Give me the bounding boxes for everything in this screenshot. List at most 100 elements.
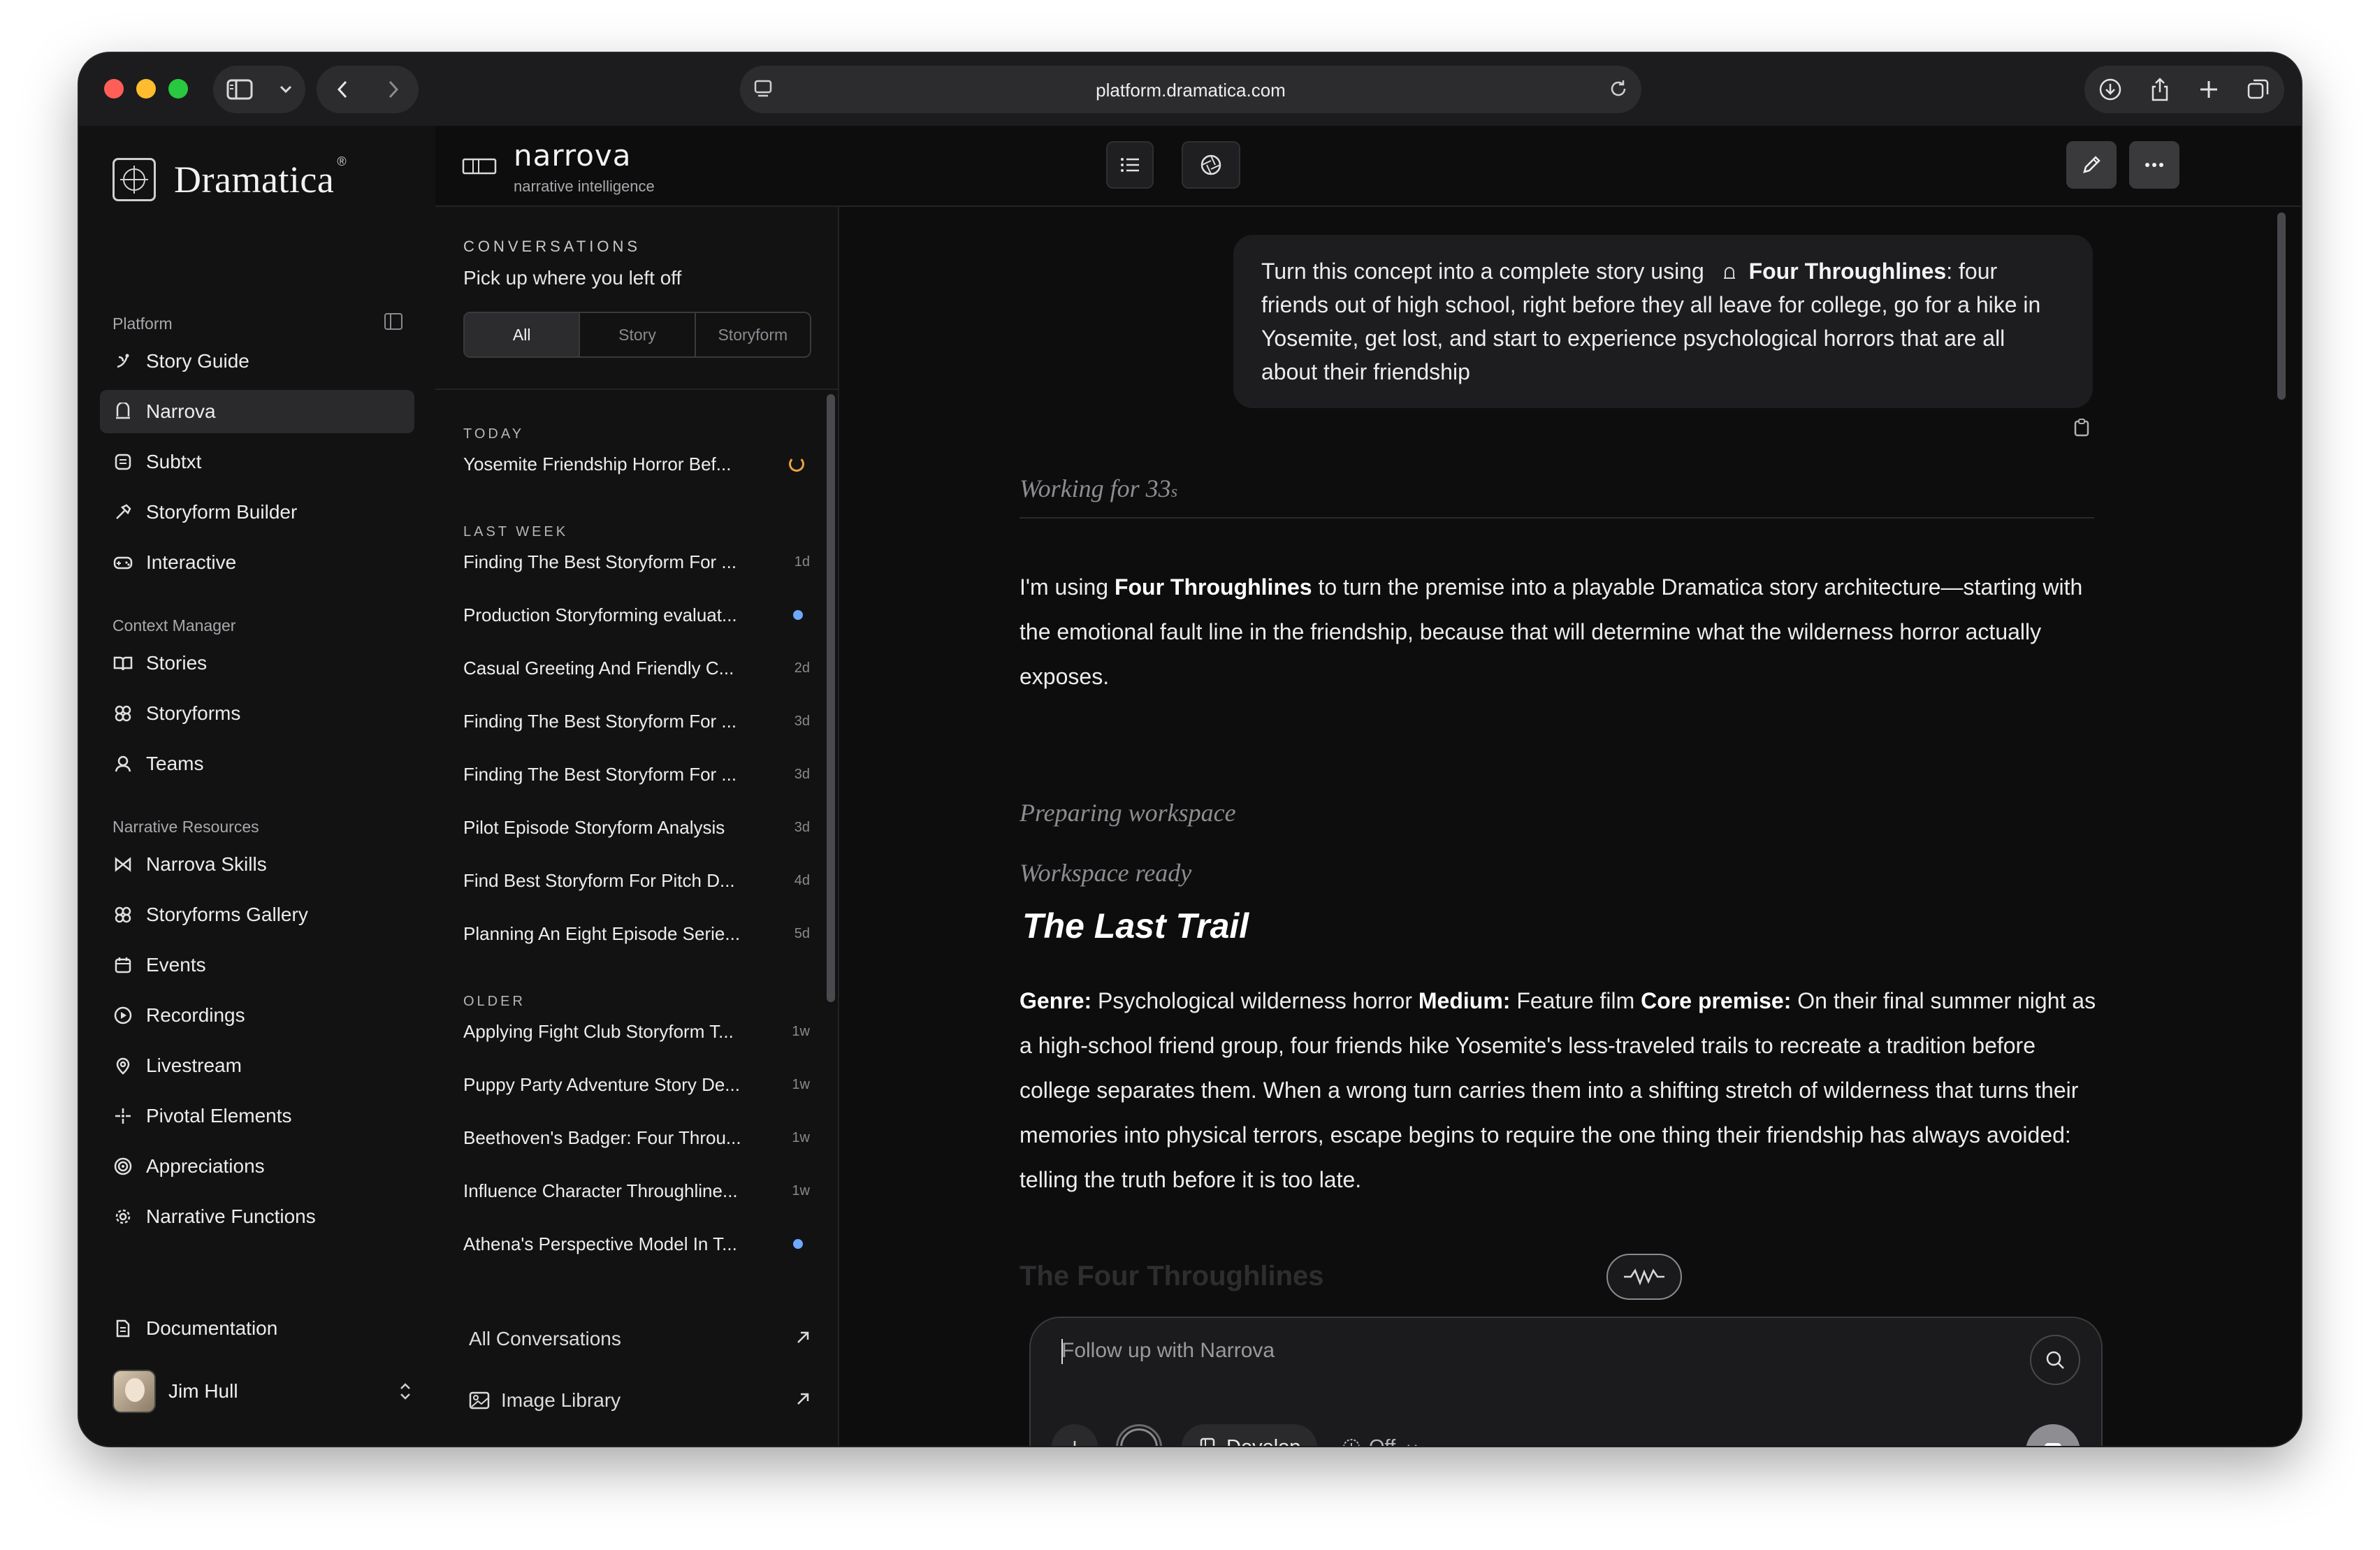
close-window-button[interactable] (104, 79, 124, 99)
sidebar-item-story-guide[interactable]: Story Guide (100, 340, 414, 383)
filter-tab-story[interactable]: Story (580, 313, 696, 356)
image-library-link[interactable]: Image Library (469, 1385, 811, 1416)
dramatica-brand[interactable]: Dramatica ® (113, 154, 347, 201)
sidebar-item-events[interactable]: Events (100, 943, 414, 987)
sidebar-item-narrative-functions[interactable]: Narrative Functions (100, 1195, 414, 1238)
medium-label: Medium: (1418, 988, 1511, 1013)
address-bar[interactable]: platform.dramatica.com (740, 66, 1641, 113)
toggle-outline-button[interactable] (1106, 141, 1154, 189)
address-url: platform.dramatica.com (1096, 80, 1286, 101)
sidebar-item-teams[interactable]: Teams (100, 742, 414, 785)
conversation-age: 2d (794, 660, 810, 676)
tab-overview-icon[interactable] (2247, 78, 2270, 101)
collapse-sidebar-icon[interactable] (384, 312, 403, 331)
user-message-text: Turn this concept into a complete story … (1261, 259, 1704, 284)
conversation-item[interactable]: Casual Greeting And Friendly C... 2d (463, 654, 810, 682)
conversation-item[interactable]: Production Storyforming evaluat... (463, 601, 810, 629)
sidebar-item-label: Storyforms (146, 702, 241, 724)
share-icon[interactable] (2149, 77, 2170, 102)
conversation-title: Beethoven's Badger: Four Throu... (463, 1127, 741, 1148)
download-icon[interactable] (2098, 78, 2122, 101)
sidebar-item-stories[interactable]: Stories (100, 642, 414, 685)
conversation-age: 1w (792, 1023, 810, 1039)
sidebar-item-subtxt[interactable]: Subtxt (100, 440, 414, 484)
conversation-age: 5d (794, 925, 810, 941)
conversations-scrollbar[interactable] (827, 394, 835, 1002)
text-caret (1061, 1339, 1063, 1364)
conversation-item[interactable]: Finding The Best Storyform For ... 1d (463, 548, 810, 576)
waveform-icon (1624, 1268, 1664, 1286)
sidebar-item-narrova[interactable]: Narrova (100, 390, 414, 433)
filter-tab-storyform[interactable]: Storyform (696, 313, 810, 356)
develop-label: Develop (1226, 1436, 1300, 1447)
conversation-title: Yosemite Friendship Horror Bef... (463, 453, 732, 475)
app-sidebar: Dramatica ® Platform Story Guide Narrova… (79, 126, 435, 1446)
sidebar-item-documentation[interactable]: Documentation (100, 1307, 414, 1350)
conversation-title: Athena's Perspective Model In T... (463, 1233, 737, 1254)
conversation-item[interactable]: Athena's Perspective Model In T... (463, 1230, 810, 1258)
conversation-item[interactable]: Finding The Best Storyform For ... 3d (463, 707, 810, 735)
back-arrow-icon[interactable] (335, 79, 349, 100)
conversation-item[interactable]: Puppy Party Adventure Story De... 1w (463, 1071, 810, 1099)
sidebar-item-interactive[interactable]: Interactive (100, 541, 414, 584)
status-preparing: Preparing workspace (1020, 799, 1236, 827)
conversation-title: Influence Character Throughline... (463, 1180, 738, 1201)
sidebar-item-storyforms-gallery[interactable]: Storyforms Gallery (100, 893, 414, 936)
pin-icon (113, 1055, 133, 1076)
image-icon (469, 1391, 490, 1410)
lens-button[interactable] (1182, 141, 1240, 189)
sidebar-item-label: Narrative Functions (146, 1205, 316, 1227)
pencil-icon (2083, 156, 2100, 173)
minimize-window-button[interactable] (136, 79, 156, 99)
brand-registered-mark: ® (337, 154, 347, 168)
sidebar-item-label: Appreciations (146, 1155, 265, 1177)
reload-icon[interactable] (1608, 78, 1629, 99)
sidebar-item-label: Story Guide (146, 350, 249, 372)
conversation-item[interactable]: Yosemite Friendship Horror Bef... (463, 450, 810, 478)
chevron-up-down-icon (400, 1383, 410, 1400)
narrova-icon (113, 401, 133, 422)
follow-up-input[interactable] (1061, 1339, 1970, 1363)
section-label-narrative-resources: Narrative Resources (113, 818, 259, 836)
skill-reference[interactable]: Four Throughlines (1749, 259, 1947, 284)
search-button[interactable] (2030, 1335, 2080, 1385)
new-chat-button[interactable] (2066, 141, 2117, 189)
sidebar-item-storyform-builder[interactable]: Storyform Builder (100, 491, 414, 534)
zoom-window-button[interactable] (168, 79, 188, 99)
message-composer: Develop Off (1029, 1317, 2103, 1446)
web-toggle-dropdown[interactable]: Off (1341, 1424, 1419, 1446)
target-icon (113, 1156, 133, 1177)
filter-tab-all[interactable]: All (465, 313, 581, 356)
conversation-item[interactable]: Find Best Storyform For Pitch D... 4d (463, 867, 810, 894)
sidebar-item-storyforms[interactable]: Storyforms (100, 692, 414, 735)
user-menu[interactable]: Jim Hull (113, 1367, 413, 1416)
chat-scrollbar[interactable] (2277, 212, 2286, 400)
conversation-age: 3d (794, 766, 810, 782)
context-ring-button[interactable] (1116, 1424, 1162, 1446)
sidebar-item-livestream[interactable]: Livestream (100, 1044, 414, 1087)
conversation-item[interactable]: Finding The Best Storyform For ... 3d (463, 760, 810, 788)
conversation-item[interactable]: Beethoven's Badger: Four Throu... 1w (463, 1124, 810, 1152)
sidebar-item-pivotal-elements[interactable]: Pivotal Elements (100, 1094, 414, 1138)
sidebar-item-appreciations[interactable]: Appreciations (100, 1145, 414, 1188)
scroll-to-bottom-button[interactable] (1606, 1254, 1682, 1300)
copy-icon[interactable] (2073, 418, 2090, 437)
conversation-item[interactable]: Planning An Eight Episode Serie... 5d (463, 920, 810, 948)
sidebar-item-label: Pivotal Elements (146, 1105, 292, 1127)
develop-mode-button[interactable]: Develop (1182, 1424, 1318, 1447)
conversation-title: Finding The Best Storyform For ... (463, 551, 737, 572)
conversation-item[interactable]: Pilot Episode Storyform Analysis 3d (463, 813, 810, 841)
sidebar-item-recordings[interactable]: Recordings (100, 994, 414, 1037)
more-options-button[interactable] (2129, 141, 2179, 189)
conversation-title: Pilot Episode Storyform Analysis (463, 816, 725, 838)
browser-sidebar-toggle[interactable] (213, 66, 305, 113)
add-attachment-button[interactable] (1052, 1424, 1098, 1446)
stop-generation-button[interactable] (2026, 1424, 2080, 1446)
sidebar-item-narrova-skills[interactable]: Narrova Skills (100, 843, 414, 886)
section-label-platform: Platform (113, 314, 173, 333)
conversation-item[interactable]: Influence Character Throughline... 1w (463, 1177, 810, 1205)
new-tab-icon[interactable] (2198, 79, 2219, 100)
forward-arrow-icon[interactable] (386, 79, 400, 100)
conversation-item[interactable]: Applying Fight Club Storyform T... 1w (463, 1017, 810, 1045)
all-conversations-link[interactable]: All Conversations (469, 1324, 811, 1354)
